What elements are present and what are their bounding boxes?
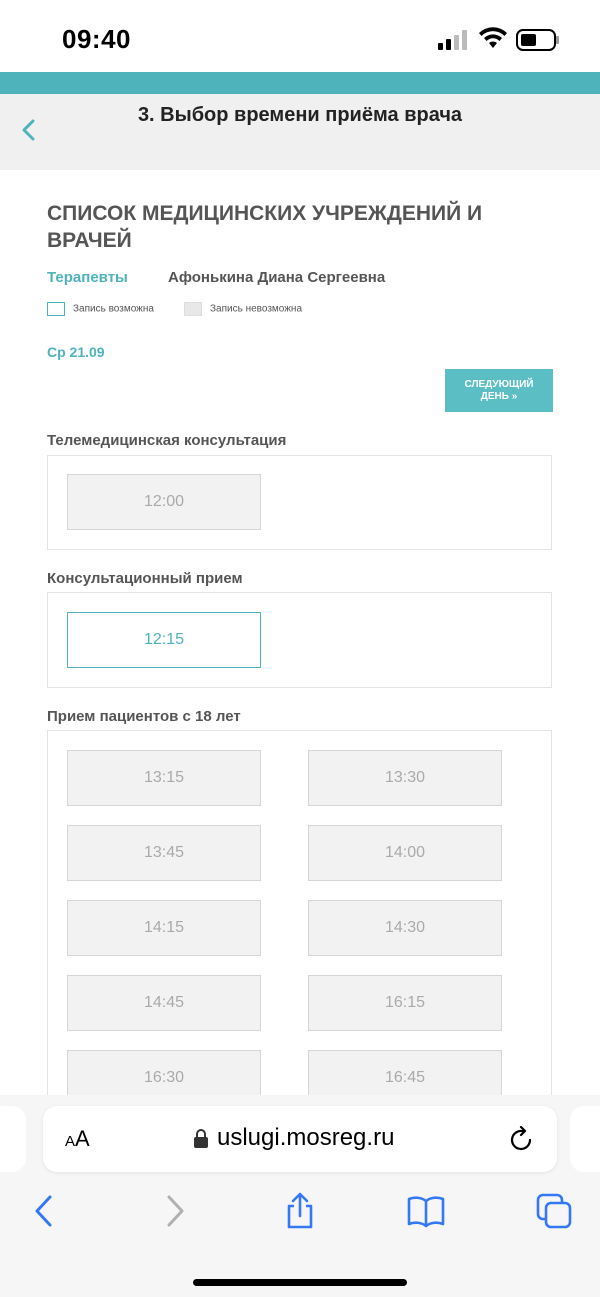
time-slot: 16:15 (308, 975, 502, 1031)
time-slot: 14:30 (308, 900, 502, 956)
text-size-large-label: A (75, 1126, 90, 1151)
page-title: 3. Выбор времени приёма врача (137, 104, 463, 126)
legend-available-swatch (47, 302, 65, 316)
time-slot: 13:15 (67, 750, 261, 806)
back-arrow-icon[interactable] (24, 1191, 64, 1231)
time-slot: 12:00 (67, 474, 261, 530)
text-size-small-label: A (65, 1133, 76, 1150)
time-slot: 13:45 (67, 825, 261, 881)
time-slot: 14:45 (67, 975, 261, 1031)
next-day-button[interactable]: СЛЕДУЮЩИЙ ДЕНЬ » (445, 369, 553, 412)
slots-panel-consultation: 12:15 (47, 592, 552, 688)
slots-panel-telemedicine: 12:00 (47, 455, 552, 550)
previous-tab-preview[interactable] (0, 1106, 26, 1172)
wifi-icon (479, 27, 507, 48)
time-slot: 13:30 (308, 750, 502, 806)
legend-available-label: Запись возможна (73, 303, 154, 315)
reload-icon[interactable] (509, 1126, 535, 1154)
legend-unavailable-label: Запись невозможна (210, 303, 303, 315)
browser-bottom-bar: AA uslugi.mosreg.ru (0, 1095, 600, 1297)
legend-unavailable: Запись невозможна (184, 302, 302, 316)
share-icon[interactable] (280, 1191, 320, 1231)
page-header: 3. Выбор времени приёма врача (0, 94, 600, 170)
group-title-adults: Прием пациентов с 18 лет (47, 708, 241, 725)
time-slot-available[interactable]: 12:15 (67, 612, 261, 668)
legend-unavailable-swatch (184, 302, 202, 316)
home-indicator (193, 1279, 407, 1286)
status-time: 09:40 (62, 24, 131, 54)
main-content[interactable]: СПИСОК МЕДИЦИНСКИХ УЧРЕЖДЕНИЙ И ВРАЧЕЙ Т… (0, 170, 600, 1095)
top-accent-band (0, 72, 600, 94)
current-date: Ср 21.09 (47, 344, 105, 360)
specialty-link[interactable]: Терапевты (47, 269, 128, 286)
text-size-button[interactable]: AA (65, 1126, 90, 1152)
forward-arrow-icon[interactable] (155, 1191, 195, 1231)
bookmarks-icon[interactable] (406, 1191, 446, 1231)
section-title: СПИСОК МЕДИЦИНСКИХ УЧРЕЖДЕНИЙ И ВРАЧЕЙ (47, 202, 483, 252)
time-slot: 16:30 (67, 1050, 261, 1095)
cellular-signal-icon (438, 30, 467, 50)
next-tab-preview[interactable] (570, 1106, 600, 1172)
time-slot: 14:15 (67, 900, 261, 956)
time-slot: 14:00 (308, 825, 502, 881)
slots-panel-adults: 13:15 13:30 13:45 14:00 14:15 14:30 14:4… (47, 730, 552, 1095)
time-slot: 16:45 (308, 1050, 502, 1095)
legend-available: Запись возможна (47, 302, 154, 316)
tabs-icon[interactable] (534, 1191, 574, 1231)
lock-icon (194, 1129, 208, 1148)
status-bar: 09:40 (0, 0, 600, 72)
group-title-telemedicine: Телемедицинская консультация (47, 432, 287, 449)
battery-icon (516, 29, 559, 51)
doctor-name: Афонькина Диана Сергеевна (168, 269, 386, 286)
url-text[interactable]: uslugi.mosreg.ru (217, 1124, 394, 1152)
address-bar[interactable]: AA uslugi.mosreg.ru (43, 1106, 557, 1172)
group-title-consultation: Консультационный прием (47, 570, 243, 587)
